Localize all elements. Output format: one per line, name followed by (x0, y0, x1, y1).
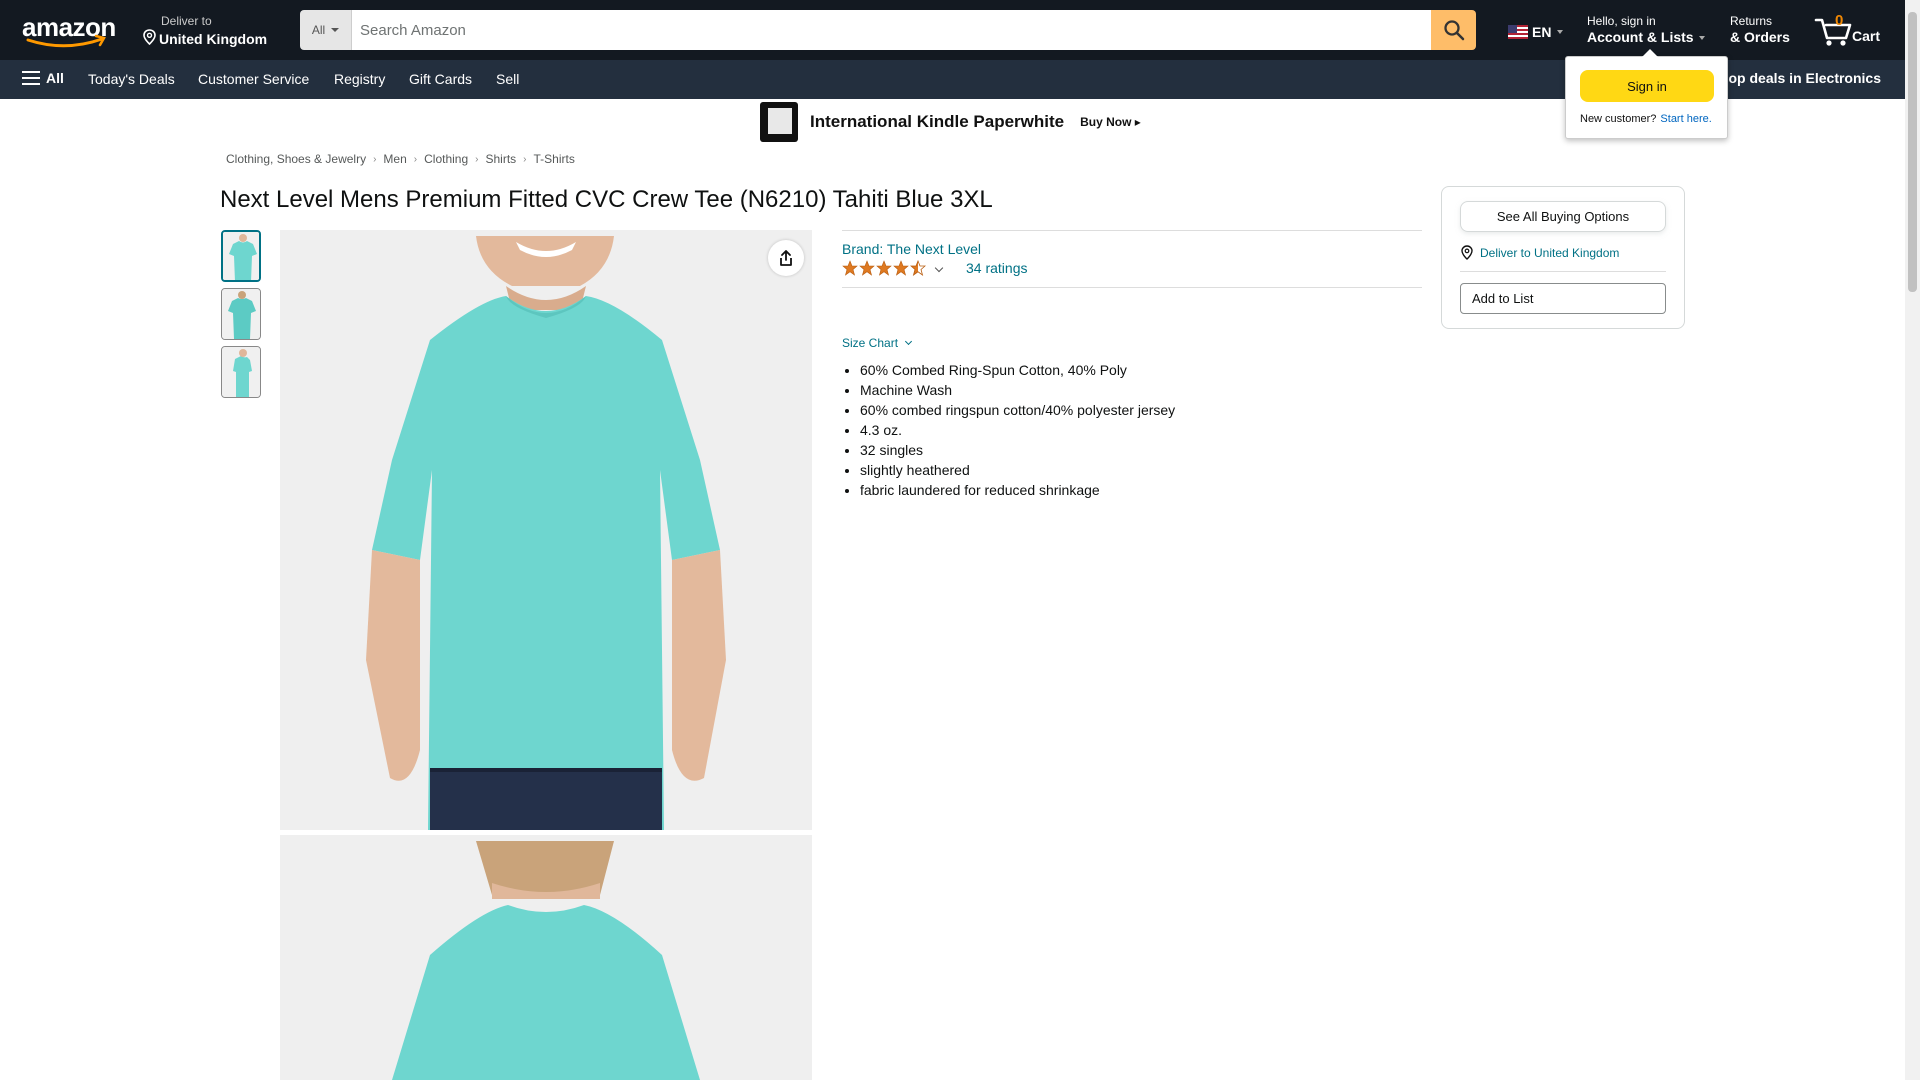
kindle-device-image (760, 102, 798, 142)
search-category-label: All (311, 23, 326, 37)
deliver-to-label: Deliver to United Kingdom (1480, 245, 1620, 260)
sign-in-flyout: Sign in New customer? Start here. (1565, 49, 1728, 139)
thumbnail-side[interactable] (221, 346, 261, 398)
cart-label: Cart (1852, 28, 1881, 44)
location-pin-icon (1461, 245, 1473, 260)
deliver-label: Deliver to (161, 14, 212, 28)
star-icon (893, 260, 909, 276)
nav-link-registry[interactable]: Registry (334, 71, 385, 87)
new-customer-prompt: New customer? Start here. (1580, 113, 1712, 125)
cart-icon (1814, 18, 1852, 46)
nav-link-sell[interactable]: Sell (496, 71, 519, 87)
share-button[interactable] (768, 240, 804, 276)
banner-title: International Kindle Paperwhite (810, 112, 1065, 131)
chevron-right-icon: › (475, 153, 479, 165)
kindle-promo-banner[interactable]: International Kindle Paperwhite Buy Now … (760, 102, 1141, 142)
chevron-right-icon: › (373, 153, 377, 165)
chevron-down-icon (904, 337, 913, 346)
nav-promo-electronics[interactable]: op deals in Electronics (1729, 70, 1882, 86)
nav-link-customer-service[interactable]: Customer Service (198, 71, 309, 87)
star-rating[interactable] (842, 260, 926, 276)
buy-box: See All Buying Options Deliver to United… (1441, 186, 1685, 329)
feature-bullet: 4.3 oz. (860, 420, 1175, 440)
thumbnail-front[interactable] (221, 230, 261, 282)
ratings-count-link[interactable]: 34 ratings (966, 260, 1027, 276)
banner-cta[interactable]: Buy Now ▸ (1080, 115, 1141, 129)
top-nav: amazon Deliver to United Kingdom All EN … (0, 0, 1905, 60)
search-bar: All (300, 10, 1476, 50)
sign-in-button[interactable]: Sign in (1580, 70, 1714, 102)
feature-bullet: 60% combed ringspun cotton/40% polyester… (860, 400, 1175, 420)
breadcrumb-item[interactable]: Shirts (485, 152, 516, 166)
breadcrumb-item[interactable]: T-Shirts (534, 152, 575, 166)
account-label: Account & Lists (1587, 29, 1694, 45)
deliver-to-location[interactable]: Deliver to United Kingdom (142, 14, 267, 49)
deliver-to-link[interactable]: Deliver to United Kingdom (1460, 245, 1619, 260)
breadcrumb: Clothing, Shoes & Jewelry › Men › Clothi… (226, 152, 575, 166)
rating-summary: 34 ratings (842, 260, 1027, 276)
returns-label: Returns (1730, 14, 1773, 28)
account-and-lists[interactable]: Hello, sign in Account & Lists (1587, 14, 1706, 46)
star-icon (842, 260, 858, 276)
page-scrollbar[interactable] (1905, 0, 1920, 1080)
hamburger-icon (22, 71, 40, 85)
nav-link-gift-cards[interactable]: Gift Cards (409, 71, 472, 87)
search-button[interactable] (1431, 10, 1476, 50)
deliver-country: United Kingdom (159, 30, 268, 47)
cart-count: 0 (1835, 12, 1844, 29)
account-greeting: Hello, sign in (1587, 14, 1656, 28)
caret-down-icon (1699, 36, 1706, 41)
all-menu-label: All (46, 70, 64, 86)
see-all-buying-options-button[interactable]: See All Buying Options (1460, 201, 1666, 232)
divider (842, 287, 1422, 288)
language-selector[interactable]: EN (1508, 24, 1564, 40)
nav-link-todays-deals[interactable]: Today's Deals (88, 71, 175, 87)
product-image-back[interactable] (280, 835, 812, 1080)
breadcrumb-item[interactable]: Clothing (424, 152, 468, 166)
search-icon (1443, 20, 1464, 41)
breadcrumb-item[interactable]: Men (383, 152, 406, 166)
star-icon (876, 260, 892, 276)
all-menu-button[interactable]: All (22, 70, 64, 86)
feature-bullet: 32 singles (860, 440, 1175, 460)
add-to-list-button[interactable]: Add to List (1460, 283, 1666, 314)
cart-button[interactable]: 0 Cart (1814, 10, 1884, 50)
search-category-select[interactable]: All (300, 10, 352, 50)
divider (1460, 271, 1666, 272)
brand-link[interactable]: Brand: The Next Level (842, 241, 981, 257)
product-image-main[interactable] (280, 230, 812, 830)
feature-bullet: fabric laundered for reduced shrinkage (860, 480, 1175, 500)
size-chart-label: Size Chart (842, 336, 899, 350)
product-title: Next Level Mens Premium Fitted CVC Crew … (220, 186, 993, 213)
scrollbar-thumb[interactable] (1908, 12, 1917, 292)
feature-bullet: Machine Wash (860, 380, 1175, 400)
feature-bullet: slightly heathered (860, 460, 1175, 480)
amazon-logo[interactable]: amazon (20, 12, 120, 48)
caret-down-icon (1557, 30, 1564, 34)
chevron-right-icon: › (523, 153, 527, 165)
breadcrumb-item[interactable]: Clothing, Shoes & Jewelry (226, 152, 366, 166)
feature-bullet: 60% Combed Ring-Spun Cotton, 40% Poly (860, 360, 1175, 380)
half-star-icon (910, 260, 926, 276)
chevron-right-icon: › (413, 153, 418, 165)
size-chart-link[interactable]: Size Chart (842, 336, 913, 350)
thumbnail-back[interactable] (221, 288, 261, 340)
chevron-down-icon[interactable] (934, 263, 944, 273)
share-icon (780, 250, 792, 266)
language-code: EN (1532, 24, 1552, 40)
new-customer-label: New customer? (1580, 113, 1657, 125)
search-input[interactable] (352, 10, 1431, 50)
divider (842, 230, 1422, 231)
feature-bullets: 60% Combed Ring-Spun Cotton, 40% Poly Ma… (860, 360, 1175, 500)
star-icon (859, 260, 875, 276)
orders-label: & Orders (1730, 29, 1790, 45)
returns-and-orders[interactable]: Returns & Orders (1730, 14, 1790, 46)
location-pin-icon (142, 29, 157, 49)
us-flag-icon (1508, 25, 1528, 39)
dropdown-arrow-icon (331, 28, 340, 32)
start-here-link[interactable]: Start here. (1660, 113, 1711, 125)
